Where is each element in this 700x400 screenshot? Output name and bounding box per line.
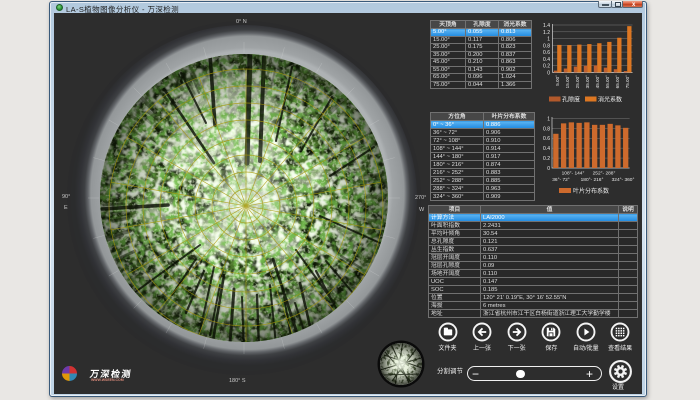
svg-text:0.2: 0.2 — [543, 156, 550, 162]
svg-text:25.00°: 25.00° — [575, 75, 580, 88]
svg-text:15.00°: 15.00° — [565, 75, 570, 88]
svg-text:0.8: 0.8 — [543, 126, 550, 132]
svg-text:35.00°: 35.00° — [585, 75, 590, 88]
svg-text:1: 1 — [547, 116, 550, 122]
svg-text:5.00°: 5.00° — [555, 75, 560, 86]
svg-text:0.6: 0.6 — [543, 136, 550, 142]
svg-text:75.00°: 75.00° — [625, 75, 630, 88]
svg-text:108°- 144°: 108°- 144° — [562, 171, 585, 177]
svg-text:180°- 216°: 180°- 216° — [581, 177, 604, 183]
svg-text:消光系数: 消光系数 — [598, 96, 622, 104]
svg-text:孔隙度: 孔隙度 — [562, 96, 580, 104]
svg-text:65.00°: 65.00° — [615, 75, 620, 88]
svg-text:324°- 360°: 324°- 360° — [612, 177, 635, 183]
svg-text:252°- 288°: 252°- 288° — [593, 171, 616, 177]
svg-text:45.00°: 45.00° — [595, 75, 600, 88]
svg-text:0: 0 — [547, 166, 550, 172]
svg-text:55.00°: 55.00° — [605, 75, 610, 88]
svg-text:0.4: 0.4 — [543, 146, 550, 152]
svg-text:叶片分布系数: 叶片分布系数 — [573, 187, 609, 195]
svg-text:36°- 72°: 36°- 72° — [552, 177, 570, 183]
